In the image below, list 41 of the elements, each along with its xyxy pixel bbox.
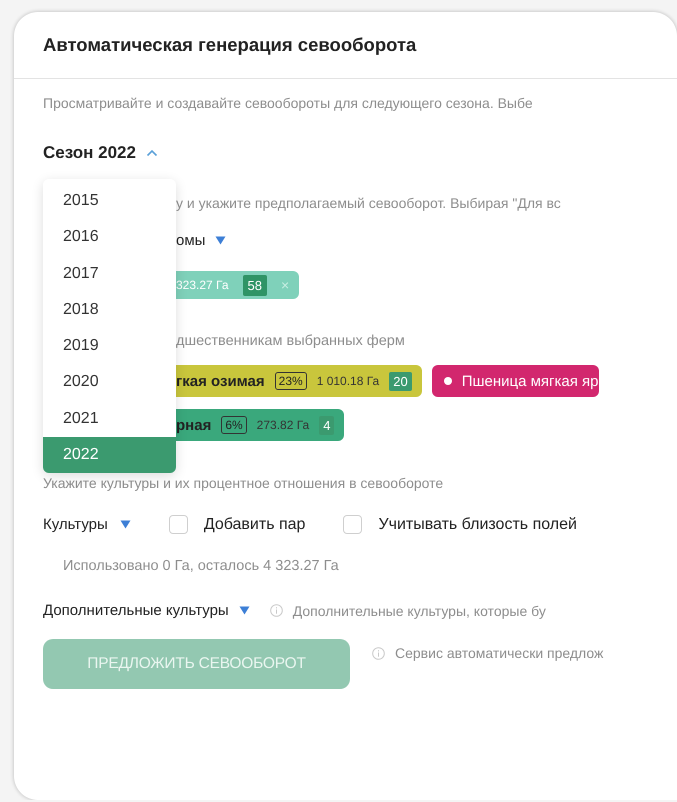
- card-title: Автоматическая генерация севооборота: [14, 12, 677, 79]
- checkbox-label: Добавить пар: [204, 516, 306, 534]
- year-menu-item[interactable]: 2020: [43, 364, 176, 401]
- crop-name: Пшеница мягкая яр: [462, 372, 599, 390]
- year-menu-item[interactable]: 2017: [43, 256, 176, 292]
- count-badge: 4: [319, 416, 334, 434]
- crop-name: гкая озимая: [176, 372, 265, 390]
- area-text: 1 010.18 Га: [316, 374, 380, 388]
- usage-text: Использовано 0 Га, осталось 4 323.27 Га: [62, 558, 340, 574]
- count-badge: 58: [242, 274, 268, 296]
- share-badge: 6%: [221, 416, 247, 434]
- season-selector[interactable]: Сезон 2022: [43, 143, 136, 163]
- year-menu-item[interactable]: 2015: [43, 183, 176, 220]
- year-menu-item[interactable]: 2018: [43, 292, 176, 328]
- checkbox[interactable]: [343, 515, 362, 534]
- triangle-down-icon[interactable]: [238, 606, 250, 615]
- info-icon: [270, 604, 283, 617]
- hint-text: Укажите культуры и их процентное отношения в севообороте: [43, 475, 444, 491]
- dot-icon: [444, 377, 452, 385]
- triangle-down-icon[interactable]: [120, 520, 131, 529]
- checkbox[interactable]: [168, 515, 188, 534]
- year-menu-item[interactable]: 2021: [43, 400, 176, 438]
- hint-text: у и укажите предполагаемый севооборот. Выбирая "Для вс: [176, 195, 561, 211]
- description-text: Просматривайте и создавайте севообороты для следующего сезона. Выбе: [43, 95, 534, 111]
- share-badge: 23%: [274, 372, 307, 390]
- chevron-up-icon[interactable]: [146, 149, 158, 157]
- farm-selector[interactable]: омы: [176, 232, 206, 249]
- triangle-down-icon[interactable]: [215, 236, 226, 245]
- count-badge: 20: [389, 372, 412, 390]
- crop-name: рная: [176, 416, 212, 434]
- year-menu-item[interactable]: 2016: [43, 219, 176, 256]
- extra-cultures-selector[interactable]: Дополнительные культуры: [43, 602, 229, 619]
- year-menu-item[interactable]: 2019: [43, 328, 176, 364]
- hint-text: Сервис автоматически предлож: [395, 645, 604, 661]
- checkbox-label: Учитывать близость полей: [378, 516, 577, 534]
- area-text: 323.27 Га: [176, 278, 229, 292]
- area-text: 273.82 Га: [256, 418, 310, 432]
- info-icon: [372, 646, 385, 660]
- cultures-selector[interactable]: Культуры: [43, 516, 108, 533]
- hint-text: Дополнительные культуры, которые бу: [292, 602, 546, 618]
- hint-text: дшественникам выбранных ферм: [176, 333, 405, 349]
